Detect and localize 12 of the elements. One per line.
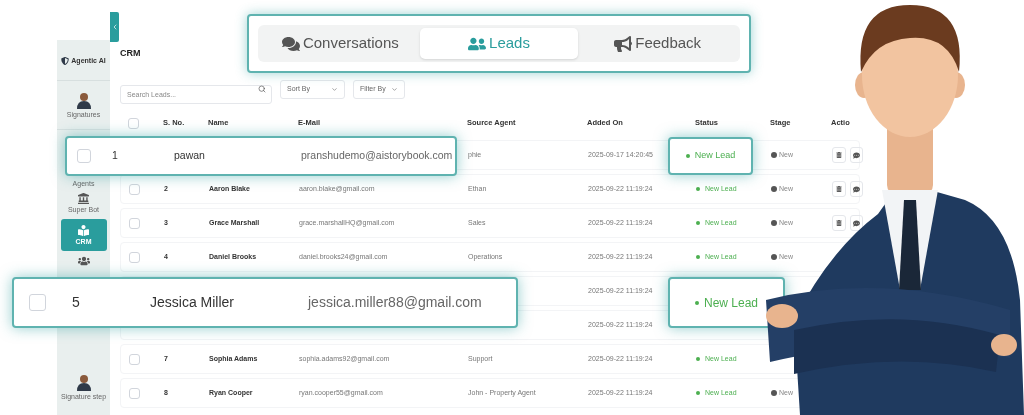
status-label: New Lead <box>694 293 758 312</box>
page-title: CRM <box>120 47 142 60</box>
table-cell-text: 5 <box>72 293 81 312</box>
tab[interactable]: Feedback <box>578 28 737 59</box>
tab[interactable]: Conversations <box>261 28 420 59</box>
table-cell-text: jessica.miller88@gmail.com <box>308 293 483 312</box>
tab[interactable]: Leads <box>419 28 579 59</box>
status-label: New Lead <box>685 149 736 163</box>
table-cell-text: pranshudemo@aistorybook.com <box>301 148 454 164</box>
table-cell-text: 1 <box>112 148 119 164</box>
table-cell-text: Jessica Miller <box>150 293 235 312</box>
table-cell-text: pawan <box>174 148 206 164</box>
